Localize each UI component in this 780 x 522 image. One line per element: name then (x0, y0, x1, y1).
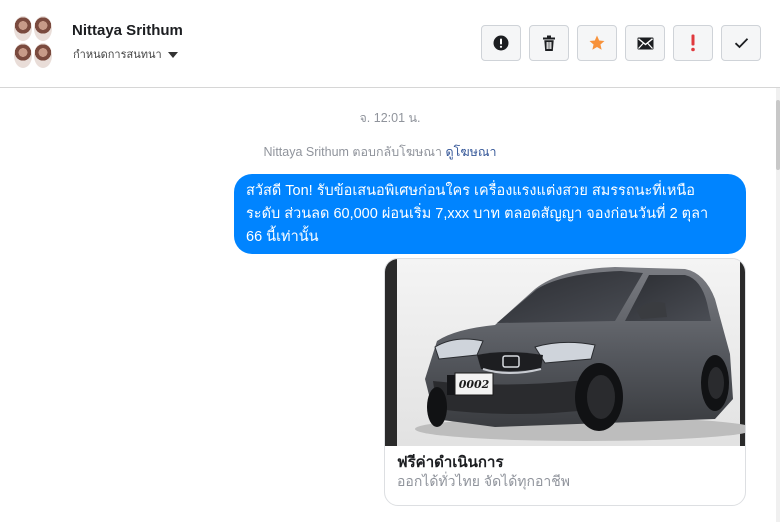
avatar[interactable] (14, 16, 52, 68)
exclamation-icon (691, 34, 695, 52)
avatar-photo (34, 16, 52, 41)
report-spam-button[interactable] (481, 25, 521, 61)
envelope-icon (637, 37, 653, 49)
ad-card[interactable]: 0002 ฟรีค่าดำเนินการ ออกได้ทั่วไทย จัดได… (384, 258, 746, 506)
mark-done-button[interactable] (721, 25, 761, 61)
contact-name[interactable]: Nittaya Srithum (72, 22, 183, 39)
star-button[interactable] (577, 25, 617, 61)
action-toolbar (481, 25, 761, 61)
mark-important-button[interactable] (673, 25, 713, 61)
avatar-photo (34, 43, 52, 68)
car-image: 0002 (385, 259, 745, 446)
conversation-header: Nittaya Srithum กำหนดการสนทนา (0, 0, 780, 88)
message-line: 66 นี้เท่านั้น (246, 229, 319, 245)
avatar-photo (14, 43, 32, 68)
check-icon (734, 38, 748, 49)
trash-icon (543, 35, 555, 51)
avatar-photo (14, 16, 32, 41)
message-line: สวัสดี Ton! รับข้อเสนอพิเศษก่อนใคร เครื่… (246, 183, 695, 199)
ad-reply-text: Nittaya Srithum ตอบกลับโฆษณา (263, 145, 443, 159)
conversation-settings-label: กำหนดการสนทนา (73, 49, 162, 61)
license-plate-text: 0002 (459, 378, 490, 391)
message-bubble[interactable]: สวัสดี Ton! รับข้อเสนอพิเศษก่อนใคร เครื่… (234, 174, 746, 254)
ad-reply-notice: Nittaya Srithum ตอบกลับโฆษณา ดูโฆษณา (0, 142, 760, 162)
delete-button[interactable] (529, 25, 569, 61)
card-subtitle: ออกได้ทั่วไทย จัดได้ทุกอาชีพ (397, 473, 571, 489)
exclamation-circle-icon (493, 35, 509, 51)
mark-unread-button[interactable] (625, 25, 665, 61)
conversation-settings-dropdown[interactable]: กำหนดการสนทนา (73, 45, 178, 63)
caret-down-icon (167, 51, 178, 58)
message-line: ระดับ ส่วนลด 60,000 ผ่อนเริ่ม 7,xxx บาท … (246, 206, 709, 222)
view-ad-link[interactable]: ดูโฆษณา (446, 145, 497, 159)
star-icon (589, 35, 605, 50)
message-timestamp: จ. 12:01 น. (359, 111, 421, 125)
